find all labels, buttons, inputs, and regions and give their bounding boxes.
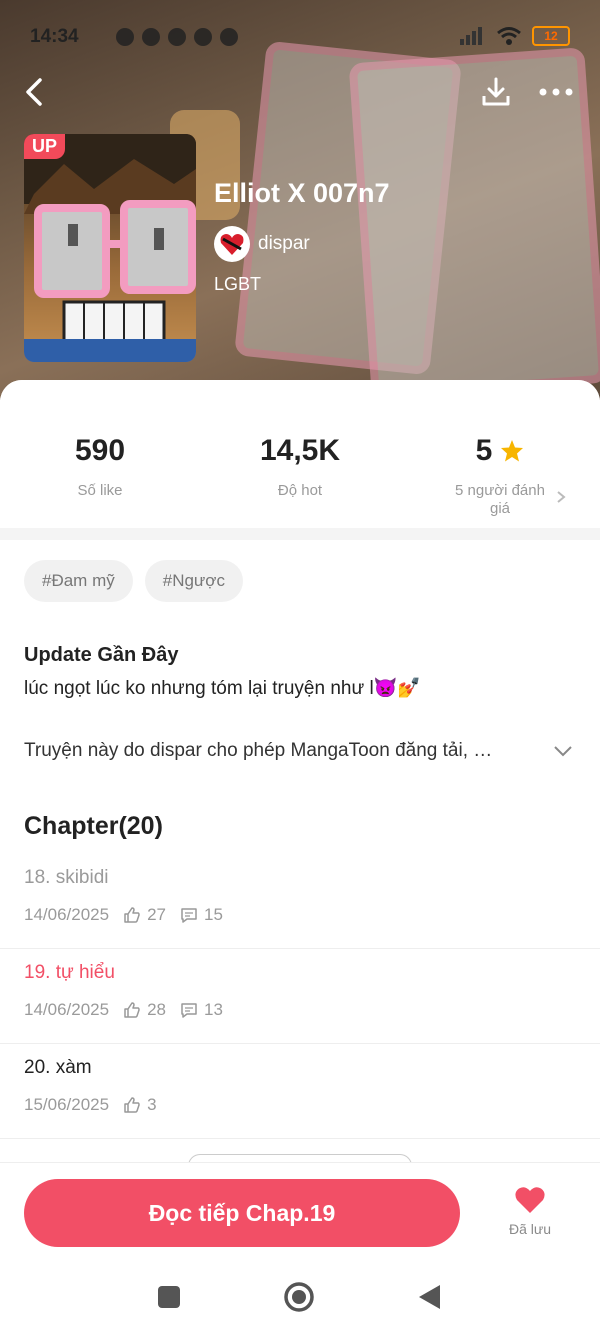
description-text[interactable]: Truyện này do dispar cho phép MangaToon … [24, 740, 544, 762]
chapter-row[interactable]: 19. tự hiểu 14/06/2025 28 13 [0, 948, 600, 1044]
signal-icon [460, 27, 482, 45]
back-arrow-icon[interactable] [12, 70, 56, 114]
section-divider [0, 528, 600, 540]
moon-icon [116, 28, 134, 46]
tag-item[interactable]: #Ngược [144, 560, 243, 602]
continue-reading-button[interactable]: Đọc tiếp Chap.19 [24, 1179, 460, 1247]
like-count: 3 [123, 1095, 157, 1115]
chevron-right-icon [557, 491, 566, 503]
like-count: 28 [123, 1000, 166, 1020]
comment-icon [181, 1003, 197, 1018]
like-count: 27 [123, 905, 166, 925]
stat-label: 5 người đánh giá [455, 482, 545, 517]
top-toolbar [0, 70, 600, 114]
thumbs-up-icon [124, 1002, 140, 1018]
comment-icon [181, 908, 197, 923]
bottom-action-bar: Đọc tiếp Chap.19 Đã lưu [0, 1162, 600, 1263]
status-right: 12 [460, 26, 570, 46]
system-nav-bar [0, 1262, 600, 1333]
wifi-icon [497, 27, 521, 45]
author-row[interactable]: dispar [214, 226, 310, 262]
thumbs-up-icon [124, 907, 140, 923]
book-cover[interactable]: UP [24, 134, 196, 362]
saved-button[interactable]: Đã lưu [500, 1185, 560, 1237]
stat-hot: 14,5K Độ hot [200, 380, 400, 528]
stat-label: Độ hot [277, 482, 323, 499]
chapter-date: 15/06/2025 [24, 1095, 110, 1114]
star-icon [501, 440, 524, 462]
status-time: 14:34 [30, 26, 79, 47]
tag-list: #Đam mỹ #Ngược [24, 560, 243, 602]
hero-background: 14:34 12 UP Elliot X 007n7 dispar LGBT [0, 0, 600, 400]
avatar [214, 226, 250, 262]
recents-icon[interactable] [157, 1285, 181, 1309]
update-text: lúc ngọt lúc ko nhưng tóm lại truyện như… [24, 678, 421, 699]
thumbs-up-icon [124, 1097, 140, 1113]
update-badge: UP [24, 134, 66, 159]
status-notification-icons [116, 28, 238, 46]
chevron-down-icon[interactable] [552, 740, 574, 762]
chapter-title: 20. xàm [24, 1057, 92, 1078]
detail-sheet: 590 Số like 14,5K Độ hot 5 5 người đánh … [0, 380, 600, 1170]
chapter-title: 19. tự hiểu [24, 962, 115, 983]
game-icon [220, 28, 238, 46]
battery-icon: 12 [532, 26, 570, 46]
stat-value: 590 [74, 434, 126, 467]
tag-item[interactable]: #Đam mỹ [24, 560, 133, 602]
book-title: Elliot X 007n7 [214, 178, 390, 208]
stat-rating[interactable]: 5 5 người đánh giá [400, 380, 600, 528]
comment-value: 15 [204, 905, 223, 924]
stat-value: 14,5K [259, 434, 341, 467]
messenger-icon [194, 28, 212, 46]
stat-label: Số like [77, 482, 123, 499]
stat-value: 5 [475, 434, 493, 467]
back-nav-icon[interactable] [416, 1283, 442, 1311]
more-dots-icon[interactable] [534, 70, 578, 114]
download-icon[interactable] [474, 70, 518, 114]
saved-label: Đã lưu [508, 1221, 552, 1237]
author-name: dispar [258, 233, 310, 254]
stats-row: 590 Số like 14,5K Độ hot 5 5 người đánh … [0, 380, 600, 528]
chapter-heading[interactable]: Chapter(20) [24, 812, 163, 841]
update-heading: Update Gần Đây [24, 644, 179, 666]
like-value: 3 [147, 1095, 157, 1114]
status-bar: 14:34 12 [30, 24, 570, 52]
chapter-date: 14/06/2025 [24, 905, 110, 924]
like-value: 27 [147, 905, 167, 924]
silent-icon [142, 28, 160, 46]
messenger-icon [168, 28, 186, 46]
chapter-row[interactable]: 20. xàm 15/06/2025 3 [0, 1043, 600, 1139]
comment-value: 13 [204, 1000, 223, 1019]
chapter-row[interactable]: 18. skibidi 14/06/2025 27 15 [0, 853, 600, 949]
home-icon[interactable] [283, 1281, 315, 1313]
rating-value-row: 5 [476, 434, 525, 468]
cover-artwork [24, 134, 196, 362]
comment-count: 13 [180, 1000, 223, 1020]
comment-count: 15 [180, 905, 223, 925]
chapter-date: 14/06/2025 [24, 1000, 110, 1019]
chapter-meta: 14/06/2025 28 13 [24, 1000, 223, 1020]
chapter-meta: 14/06/2025 27 15 [24, 905, 223, 925]
heart-icon [515, 1187, 545, 1213]
chapter-title: 18. skibidi [24, 867, 109, 888]
chapter-meta: 15/06/2025 3 [24, 1095, 157, 1115]
stat-likes: 590 Số like [0, 380, 200, 528]
like-value: 28 [147, 1000, 167, 1019]
book-genre[interactable]: LGBT [214, 274, 261, 295]
